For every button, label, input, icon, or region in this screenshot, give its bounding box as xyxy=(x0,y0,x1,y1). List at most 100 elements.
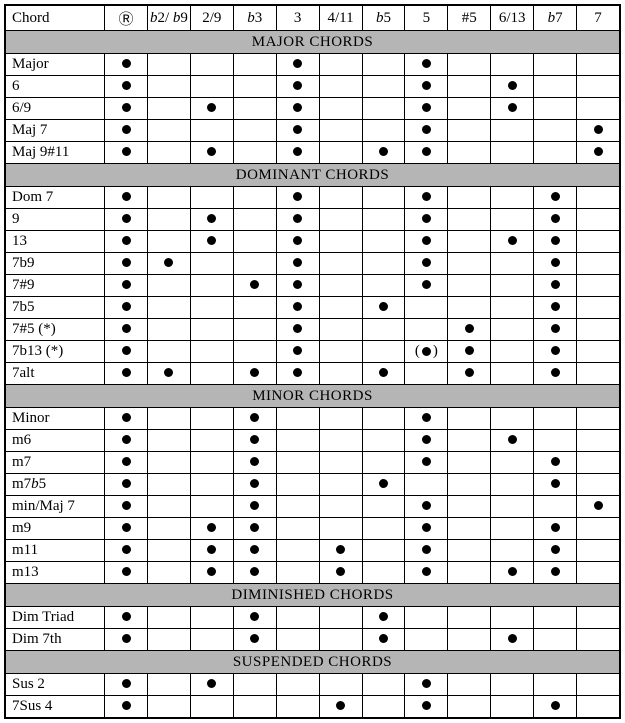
cell xyxy=(276,319,319,341)
cell xyxy=(534,54,577,76)
dot-icon xyxy=(551,236,560,245)
chord-name: 6/9 xyxy=(5,98,105,120)
dot-icon xyxy=(422,81,431,90)
cell xyxy=(105,540,148,562)
cell xyxy=(362,452,405,474)
cell xyxy=(190,275,233,297)
cell xyxy=(190,629,233,651)
chord-name: Dim Triad xyxy=(5,607,105,629)
chord-name: 6 xyxy=(5,76,105,98)
cell xyxy=(148,187,191,209)
cell xyxy=(534,474,577,496)
cell xyxy=(405,275,448,297)
cell xyxy=(276,253,319,275)
cell xyxy=(448,430,491,452)
cell xyxy=(105,209,148,231)
table-row: min/Maj 7 xyxy=(5,496,620,518)
dot-icon xyxy=(122,214,131,223)
cell xyxy=(319,54,362,76)
cell xyxy=(491,474,534,496)
cell xyxy=(577,54,620,76)
cell xyxy=(148,363,191,385)
cell xyxy=(190,452,233,474)
dot-icon xyxy=(293,324,302,333)
table-row: Major xyxy=(5,54,620,76)
cell xyxy=(405,607,448,629)
cell xyxy=(276,674,319,696)
cell xyxy=(362,674,405,696)
cell xyxy=(534,275,577,297)
dot-icon xyxy=(551,567,560,576)
cell xyxy=(577,275,620,297)
dot-icon xyxy=(422,457,431,466)
cell xyxy=(405,452,448,474)
cell xyxy=(577,297,620,319)
table-row: 6 xyxy=(5,76,620,98)
dot-icon xyxy=(164,368,173,377)
cell xyxy=(534,408,577,430)
dot-icon xyxy=(379,302,388,311)
cell xyxy=(276,430,319,452)
chord-name: 7alt xyxy=(5,363,105,385)
cell xyxy=(190,363,233,385)
cell xyxy=(448,452,491,474)
cell xyxy=(405,54,448,76)
dot-icon xyxy=(422,59,431,68)
cell xyxy=(148,562,191,584)
cell xyxy=(105,253,148,275)
cell xyxy=(491,231,534,253)
dot-icon xyxy=(422,125,431,134)
dot-icon xyxy=(508,236,517,245)
cell xyxy=(577,629,620,651)
cell xyxy=(319,76,362,98)
cell xyxy=(148,319,191,341)
dot-icon xyxy=(250,280,259,289)
cell xyxy=(491,562,534,584)
cell xyxy=(577,540,620,562)
cell xyxy=(319,607,362,629)
cell xyxy=(105,231,148,253)
dot-icon xyxy=(122,81,131,90)
cell xyxy=(190,408,233,430)
cell xyxy=(534,319,577,341)
cell xyxy=(448,120,491,142)
cell xyxy=(362,518,405,540)
cell xyxy=(233,319,276,341)
dot-icon xyxy=(122,523,131,532)
cell xyxy=(577,187,620,209)
dot-icon xyxy=(422,236,431,245)
cell xyxy=(319,120,362,142)
dot-icon xyxy=(551,479,560,488)
cell xyxy=(362,496,405,518)
cell xyxy=(448,496,491,518)
cell xyxy=(362,98,405,120)
cell xyxy=(105,607,148,629)
cell xyxy=(577,142,620,164)
dot-icon xyxy=(422,280,431,289)
cell xyxy=(405,674,448,696)
cell xyxy=(534,696,577,719)
cell xyxy=(491,120,534,142)
cell xyxy=(491,275,534,297)
dot-optional-icon xyxy=(415,343,438,360)
cell xyxy=(405,540,448,562)
cell xyxy=(148,341,191,363)
cell xyxy=(577,363,620,385)
cell xyxy=(577,76,620,98)
cell xyxy=(362,341,405,363)
cell xyxy=(491,674,534,696)
dot-icon xyxy=(122,701,131,710)
table-row: 7b9 xyxy=(5,253,620,275)
dot-icon xyxy=(122,103,131,112)
cell xyxy=(448,518,491,540)
cell xyxy=(362,408,405,430)
cell xyxy=(491,209,534,231)
cell xyxy=(105,275,148,297)
cell xyxy=(148,430,191,452)
dot-icon xyxy=(422,258,431,267)
cell xyxy=(105,496,148,518)
cell xyxy=(534,518,577,540)
dot-icon xyxy=(122,501,131,510)
cell xyxy=(190,562,233,584)
cell xyxy=(491,430,534,452)
